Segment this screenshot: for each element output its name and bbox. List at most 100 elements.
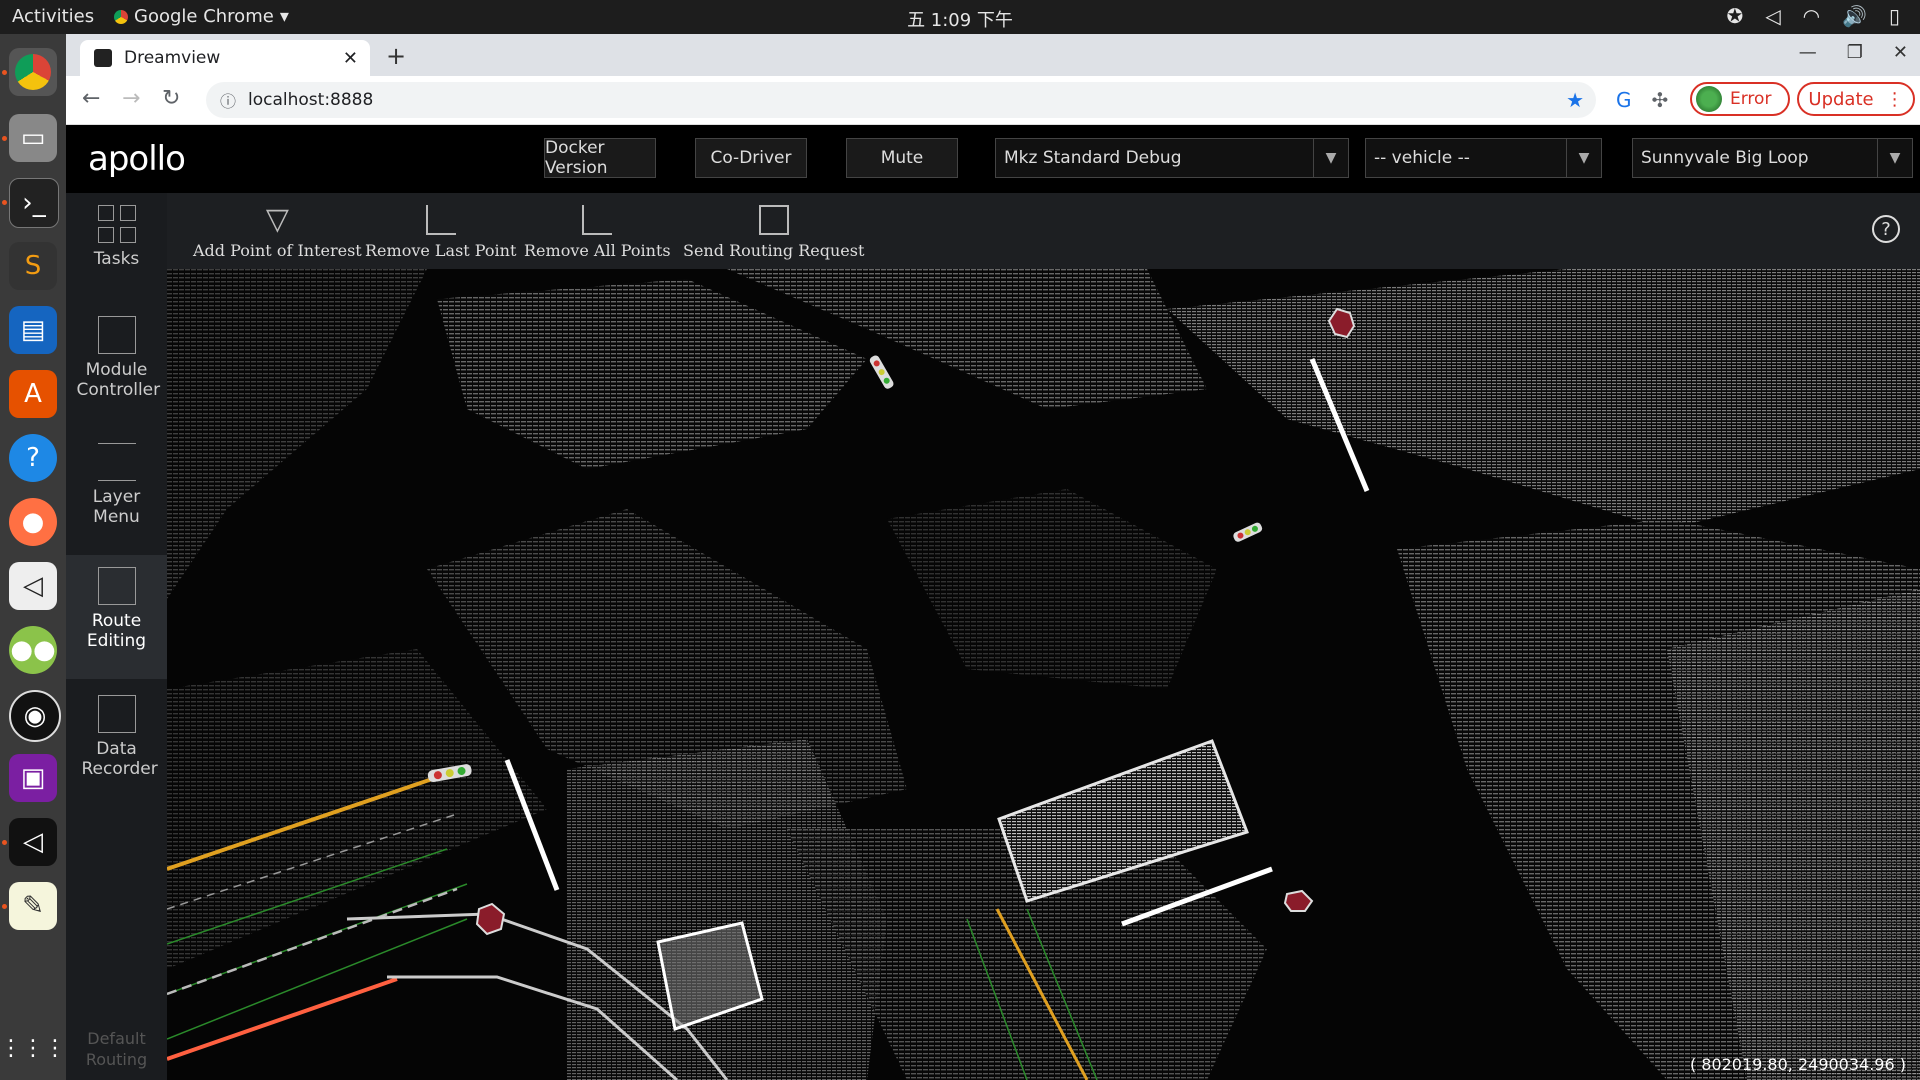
remove-last-point-label: Remove Last Point: [365, 241, 517, 260]
layers-icon: [97, 443, 136, 481]
running-indicator: [2, 200, 7, 205]
running-indicator: [2, 840, 7, 845]
default-routing-item[interactable]: Default Routing: [66, 1028, 167, 1070]
back-icon[interactable]: ←: [82, 86, 100, 111]
profile-error-button[interactable]: Error: [1690, 82, 1790, 116]
ubuntu-dock: ▭ ›_ S ▤ A ? ● ◁ ●● ◉ ▣ ◁ ✎ ⋮⋮⋮: [0, 34, 66, 1080]
unity-hub-dock-icon[interactable]: ◁: [9, 818, 57, 866]
reload-icon[interactable]: ↻: [162, 86, 180, 111]
clock[interactable]: 五 1:09 下午: [0, 6, 1920, 32]
dreamview-side-menu: Tasks Module Controller Layer Menu Route…: [66, 193, 167, 1080]
extensions-area: G ✣: [1616, 88, 1668, 112]
sidebar-item-label: Route Editing: [86, 611, 147, 651]
address-bar[interactable]: ⓘ localhost:8888 ★: [206, 82, 1596, 118]
sidebar-item-label: Layer Menu: [92, 487, 141, 527]
browser-tab[interactable]: Dreamview ✕: [80, 40, 370, 76]
docker-version-button[interactable]: Docker Version: [544, 138, 656, 178]
add-point-label: Add Point of Interest: [193, 241, 362, 260]
scene-svg: [167, 269, 1920, 1080]
close-tab-icon[interactable]: ✕: [343, 48, 358, 69]
sidebar-item-data-recorder[interactable]: Data Recorder: [66, 683, 167, 807]
firefox-dock-icon[interactable]: ●: [9, 498, 57, 546]
text-editor-dock-icon[interactable]: ✎: [9, 882, 57, 930]
tab-title: Dreamview: [124, 48, 221, 68]
update-button[interactable]: Update ⋮: [1797, 82, 1915, 116]
remove-all-points-label: Remove All Points: [524, 241, 671, 260]
vehicle-select-value: -- vehicle --: [1374, 148, 1470, 168]
send-external-icon: [758, 205, 789, 235]
system-tray[interactable]: ✪ ◁ ◠ 🔊 ▯: [1726, 4, 1900, 28]
mode-select[interactable]: Mkz Standard Debug ▼: [995, 138, 1349, 178]
mode-select-value: Mkz Standard Debug: [1004, 148, 1182, 168]
site-info-icon[interactable]: ⓘ: [220, 88, 236, 112]
route-editing-toolbar: ▽ Add Point of Interest Remove Last Poin…: [167, 193, 1920, 269]
maximize-icon[interactable]: ❐: [1847, 42, 1863, 63]
chevron-down-icon: ▼: [1313, 139, 1348, 177]
update-label: Update: [1808, 88, 1874, 110]
error-label: Error: [1730, 89, 1772, 109]
avatar: [1696, 86, 1722, 112]
files-dock-icon[interactable]: ▭: [9, 114, 57, 162]
add-point-of-interest-button[interactable]: ▽ Add Point of Interest: [193, 202, 362, 261]
running-indicator: [2, 904, 7, 909]
close-window-icon[interactable]: ✕: [1893, 42, 1908, 63]
accessibility-icon[interactable]: ✪: [1726, 4, 1743, 28]
sliders-icon: [97, 316, 136, 354]
browser-toolbar: ← → ↻ ⓘ localhost:8888 ★ G ✣ Error Updat…: [66, 76, 1920, 125]
sidebar-item-label: Module Controller: [76, 360, 161, 400]
map-select[interactable]: Sunnyvale Big Loop ▼: [1632, 138, 1913, 178]
undo-point-icon: [425, 205, 456, 235]
vehicle-select[interactable]: -- vehicle -- ▼: [1365, 138, 1602, 178]
unity-icon[interactable]: ◁: [1765, 4, 1780, 28]
kebab-menu-icon: ⋮: [1885, 88, 1904, 110]
sidebar-item-module-controller[interactable]: Module Controller: [66, 304, 167, 428]
apollo-logo: apollo: [88, 139, 186, 179]
show-apps-icon[interactable]: ⋮⋮⋮: [0, 1024, 66, 1072]
remove-all-points-button[interactable]: Remove All Points: [524, 205, 671, 260]
chrome-dock-icon[interactable]: [9, 48, 57, 96]
terminal-dock-icon[interactable]: ›_: [9, 178, 59, 228]
send-routing-request-button[interactable]: Send Routing Request: [683, 205, 864, 260]
default-routing-label: Default Routing: [85, 1029, 148, 1069]
volume-icon[interactable]: 🔊: [1842, 4, 1867, 28]
forward-icon[interactable]: →: [122, 86, 140, 111]
running-indicator: [2, 70, 7, 75]
minimize-icon[interactable]: —: [1799, 42, 1817, 63]
battery-icon[interactable]: ▯: [1889, 4, 1900, 28]
sidebar-item-tasks[interactable]: Tasks: [66, 193, 167, 317]
dreamview-favicon: [94, 49, 112, 67]
obs-dock-icon[interactable]: ◉: [9, 690, 61, 742]
co-driver-button[interactable]: Co-Driver: [695, 138, 807, 178]
map-scene-canvas[interactable]: ( 802019.80, 2490034.96 ): [167, 269, 1920, 1080]
sublime-dock-icon[interactable]: S: [9, 242, 57, 290]
new-tab-icon[interactable]: +: [386, 42, 406, 70]
clear-points-icon: [582, 205, 613, 235]
wifi-icon[interactable]: ◠: [1803, 4, 1820, 28]
mute-button[interactable]: Mute: [846, 138, 958, 178]
document-icon: [97, 695, 136, 733]
puzzle-extensions-icon[interactable]: ✣: [1652, 88, 1669, 112]
chevron-down-icon: ▼: [1877, 139, 1912, 177]
dreamview-header: apollo Docker Version Co-Driver Mute Mkz…: [66, 125, 1920, 193]
remove-last-point-button[interactable]: Remove Last Point: [365, 205, 516, 260]
unity-dock-icon[interactable]: ◁: [9, 562, 57, 610]
help-icon[interactable]: ?: [1872, 215, 1900, 243]
url-text: localhost:8888: [248, 90, 374, 110]
translate-extension-icon[interactable]: G: [1616, 88, 1632, 112]
chevron-down-icon: ▼: [1566, 139, 1601, 177]
video-dock-icon[interactable]: ▣: [9, 754, 57, 802]
sidebar-item-route-editing[interactable]: Route Editing: [66, 555, 167, 679]
funnel-icon: ▽: [265, 202, 289, 237]
sidebar-item-layer-menu[interactable]: Layer Menu: [66, 431, 167, 555]
coordinate-readout: ( 802019.80, 2490034.96 ): [1689, 1055, 1906, 1074]
writer-dock-icon[interactable]: ▤: [9, 306, 57, 354]
help-dock-icon[interactable]: ?: [9, 434, 57, 482]
software-center-dock-icon[interactable]: A: [9, 370, 57, 418]
sidebar-item-label: Tasks: [93, 249, 140, 269]
running-indicator: [2, 136, 7, 141]
send-routing-label: Send Routing Request: [683, 241, 865, 260]
point-cloud: [167, 269, 1920, 1080]
bookmark-star-icon[interactable]: ★: [1566, 88, 1584, 112]
route-edit-icon: [97, 567, 136, 605]
wechat-dock-icon[interactable]: ●●: [9, 626, 57, 674]
